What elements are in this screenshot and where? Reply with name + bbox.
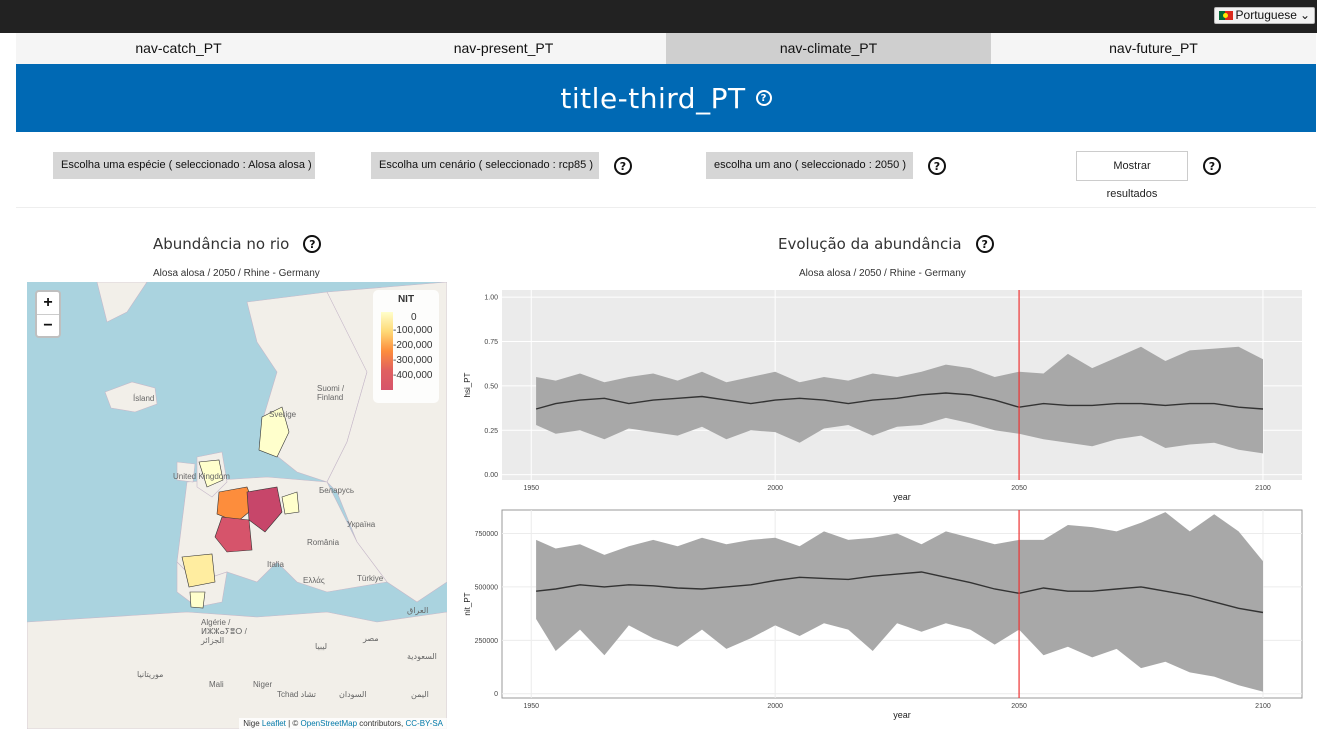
map-label-algeria: Algérie / ⵍⵣⵣⴰⵢⴻⵔ / الجزائر — [201, 618, 247, 645]
map-label-greece: Ελλάς — [303, 576, 325, 585]
nit-x-tick-0: 1950 — [523, 703, 539, 710]
map-attribution: Nige Leaflet | © OpenStreetMap contribut… — [239, 718, 447, 729]
year-help-icon[interactable]: ? — [928, 157, 946, 175]
hsi-x-tick-0: 1950 — [523, 485, 539, 492]
top-bar: Portuguese ⌄ — [0, 0, 1317, 33]
controls-row: Escolha uma espécie ( seleccionado : Alo… — [0, 148, 1317, 200]
map-title: Abundância no rio — [153, 235, 290, 253]
results-help-icon[interactable]: ? — [1203, 157, 1221, 175]
map-label-mali: Mali — [209, 680, 224, 689]
tab-climate[interactable]: nav-climate_PT — [666, 33, 991, 64]
nit-chart: 1950 2000 2050 2100 0 250000 500000 750000 year n… — [463, 509, 1303, 720]
map-label-ukraine: Україна — [347, 520, 376, 529]
nit-x-tick-2: 2050 — [1011, 703, 1027, 710]
map-label-turkey: Türkiye — [357, 574, 384, 583]
nit-x-axis-label: year — [893, 710, 911, 720]
osm-link[interactable]: OpenStreetMap — [301, 719, 357, 728]
chevron-down-icon: ⌄ — [1299, 8, 1310, 22]
hsi-y-tick-3: 0.75 — [484, 339, 498, 346]
map-subtitle: Alosa alosa / 2050 / Rhine - Germany — [153, 268, 320, 279]
evolution-help-icon[interactable]: ? — [975, 235, 994, 253]
legend-label-1: -100,000 — [393, 325, 433, 336]
portugal-flag-icon — [1218, 11, 1233, 20]
attribution-sep: | © — [285, 719, 301, 728]
hsi-chart: 1950 2000 2050 2100 0.00 0.25 0.50 0.75 1.00 year… — [463, 290, 1302, 502]
tab-catch[interactable]: nav-catch_PT — [16, 33, 341, 64]
map-label-yemen: اليمن — [411, 690, 429, 699]
map-label-romania: România — [307, 538, 340, 547]
scenario-select-button[interactable]: Escolha um cenário ( seleccionado : rcp8… — [371, 152, 599, 179]
section-divider — [16, 207, 1316, 208]
nit-y-axis-label: nit_PT — [463, 592, 472, 615]
map-label-mauritania: موريتانيا — [137, 670, 164, 679]
tab-future[interactable]: nav-future_PT — [991, 33, 1316, 64]
map-label-italy: Italia — [267, 560, 284, 569]
map-label-finland: Suomi / Finland — [317, 384, 345, 402]
attribution-prefix: Nige — [243, 719, 260, 728]
title-help-icon[interactable]: ? — [755, 90, 772, 106]
nit-y-tick-1: 250000 — [475, 638, 498, 645]
legend-title: NIT — [397, 294, 415, 305]
nit-y-tick-3: 750000 — [475, 531, 498, 538]
nit-x-tick-1: 2000 — [767, 703, 783, 710]
abundance-map[interactable]: Ísland Suomi / Finland Sverige United Ki… — [27, 282, 447, 729]
hsi-y-tick-0: 0.00 — [484, 472, 498, 479]
page-header: title-third_PT ? — [16, 64, 1316, 132]
hsi-x-axis-label: year — [893, 492, 911, 502]
map-label-iraq: العراق — [407, 606, 429, 615]
scenario-help-icon[interactable]: ? — [614, 157, 632, 175]
hsi-x-tick-2: 2050 — [1011, 485, 1027, 492]
species-select-button[interactable]: Escolha uma espécie ( seleccionado : Alo… — [53, 152, 315, 179]
leaflet-link[interactable]: Leaflet — [262, 719, 286, 728]
show-results-button[interactable]: Mostrar resultados — [1076, 151, 1188, 200]
nit-y-tick-0: 0 — [494, 691, 498, 698]
hsi-x-tick-3: 2100 — [1255, 485, 1271, 492]
map-legend: NIT 0 -100,000 -200,000 -300,000 -400,00… — [373, 290, 439, 403]
zoom-control: + − — [35, 290, 61, 338]
hsi-y-tick-4: 1.00 — [484, 295, 498, 302]
evolution-section-title: Evolução da abundância ? — [778, 235, 994, 253]
legend-color-bar — [381, 312, 393, 390]
page-title: title-third_PT — [560, 81, 746, 115]
navigation-bar: nav-catch_PT nav-present_PT nav-climate_… — [16, 33, 1316, 64]
map-label-iceland: Ísland — [133, 394, 155, 403]
legend-label-2: -200,000 — [393, 340, 433, 351]
map-label-belarus: Беларусь — [319, 486, 354, 495]
evolution-subtitle: Alosa alosa / 2050 / Rhine - Germany — [799, 268, 966, 279]
hsi-y-tick-1: 0.25 — [484, 428, 498, 435]
tab-present[interactable]: nav-present_PT — [341, 33, 666, 64]
nit-x-tick-3: 2100 — [1255, 703, 1271, 710]
legend-label-3: -300,000 — [393, 355, 433, 366]
license-link[interactable]: CC-BY-SA — [406, 719, 444, 728]
nit-y-tick-2: 500000 — [475, 584, 498, 591]
map-label-saudi: السعودية — [407, 652, 437, 661]
zoom-in-button[interactable]: + — [37, 292, 59, 314]
map-label-sweden: Sverige — [269, 410, 297, 419]
language-select[interactable]: Portuguese ⌄ — [1213, 7, 1315, 24]
hsi-y-tick-2: 0.50 — [484, 383, 498, 390]
evolution-title: Evolução da abundância — [778, 235, 962, 253]
legend-label-4: -400,000 — [393, 370, 433, 381]
map-label-niger: Niger — [253, 680, 273, 689]
hsi-x-tick-1: 2000 — [767, 485, 783, 492]
zoom-out-button[interactable]: − — [37, 314, 59, 336]
map-section-title: Abundância no rio ? — [153, 235, 322, 253]
map-help-icon[interactable]: ? — [303, 235, 322, 253]
map-label-egypt: مصر — [363, 634, 379, 643]
map-label-libya: ليبيا — [315, 642, 328, 651]
hsi-y-axis-label: hsi_PT — [463, 372, 472, 397]
map-label-uk: United Kingdom — [173, 472, 230, 481]
map-label-chad: Tchad تشاد — [277, 690, 316, 699]
map-label-sudan: السودان — [339, 690, 367, 699]
attribution-contrib: contributors, — [357, 719, 406, 728]
legend-label-0: 0 — [411, 312, 417, 323]
year-select-button[interactable]: escolha um ano ( seleccionado : 2050 ) — [706, 152, 913, 179]
language-select-label: Portuguese — [1235, 8, 1297, 22]
